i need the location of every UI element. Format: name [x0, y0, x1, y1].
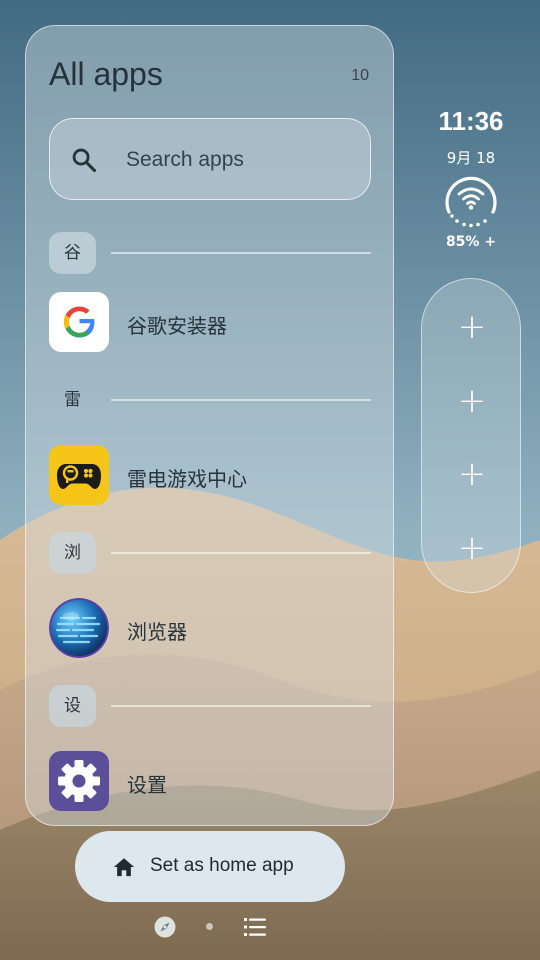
set-as-home-app-label: Set as home app [150, 855, 294, 876]
panel-title: All apps [49, 56, 163, 92]
globe-icon [49, 598, 109, 658]
clock-date: 9月 18 [446, 149, 496, 167]
section-divider [111, 705, 371, 707]
gear-icon [49, 751, 109, 811]
google-icon [49, 292, 109, 352]
wifi-icon [445, 176, 497, 228]
app-item-browser[interactable]: 浏览器 [49, 598, 371, 660]
search-input[interactable] [126, 146, 356, 174]
section-divider [111, 399, 371, 401]
section-header-she: 设 [49, 685, 371, 727]
add-shortcut-button-1[interactable]: + [447, 302, 497, 352]
app-label: 雷电游戏中心 [127, 467, 247, 491]
home-icon [113, 858, 135, 877]
set-as-home-app-button[interactable]: Set as home app [75, 831, 345, 902]
section-divider [111, 552, 371, 554]
shortcut-dock: + + + + [421, 278, 521, 593]
app-item-settings[interactable]: 设置 [49, 751, 371, 813]
section-letter: 设 [49, 685, 96, 727]
compass-icon[interactable] [154, 916, 176, 938]
add-shortcut-button-2[interactable]: + [447, 376, 497, 426]
add-shortcut-button-4[interactable]: + [447, 523, 497, 573]
clock-time: 11:36 [438, 106, 504, 136]
section-header-liu: 浏 [49, 532, 371, 574]
list-icon[interactable] [244, 917, 266, 937]
search-icon [72, 148, 97, 173]
section-header-gu: 谷 [49, 232, 371, 274]
section-letter: 浏 [49, 532, 96, 574]
app-label: 设置 [127, 773, 167, 797]
search-bar[interactable] [49, 118, 371, 200]
section-letter: 雷 [64, 390, 81, 410]
app-item-ldplayer-game-center[interactable]: 雷电游戏中心 [49, 445, 371, 507]
section-letter: 谷 [49, 232, 96, 274]
battery-level: 85% + [445, 234, 497, 250]
app-item-google-installer[interactable]: 谷歌安装器 [49, 292, 371, 354]
app-count: 10 [351, 67, 369, 84]
all-apps-panel: All apps 10 谷 谷歌安装器 雷 [25, 25, 394, 826]
section-divider [111, 252, 371, 254]
app-label: 浏览器 [127, 620, 187, 644]
page-indicator-dot[interactable] [206, 923, 213, 930]
gamepad-icon [49, 445, 109, 505]
app-label: 谷歌安装器 [127, 314, 227, 338]
add-shortcut-button-3[interactable]: + [447, 449, 497, 499]
section-header-lei: 雷 [49, 379, 371, 421]
